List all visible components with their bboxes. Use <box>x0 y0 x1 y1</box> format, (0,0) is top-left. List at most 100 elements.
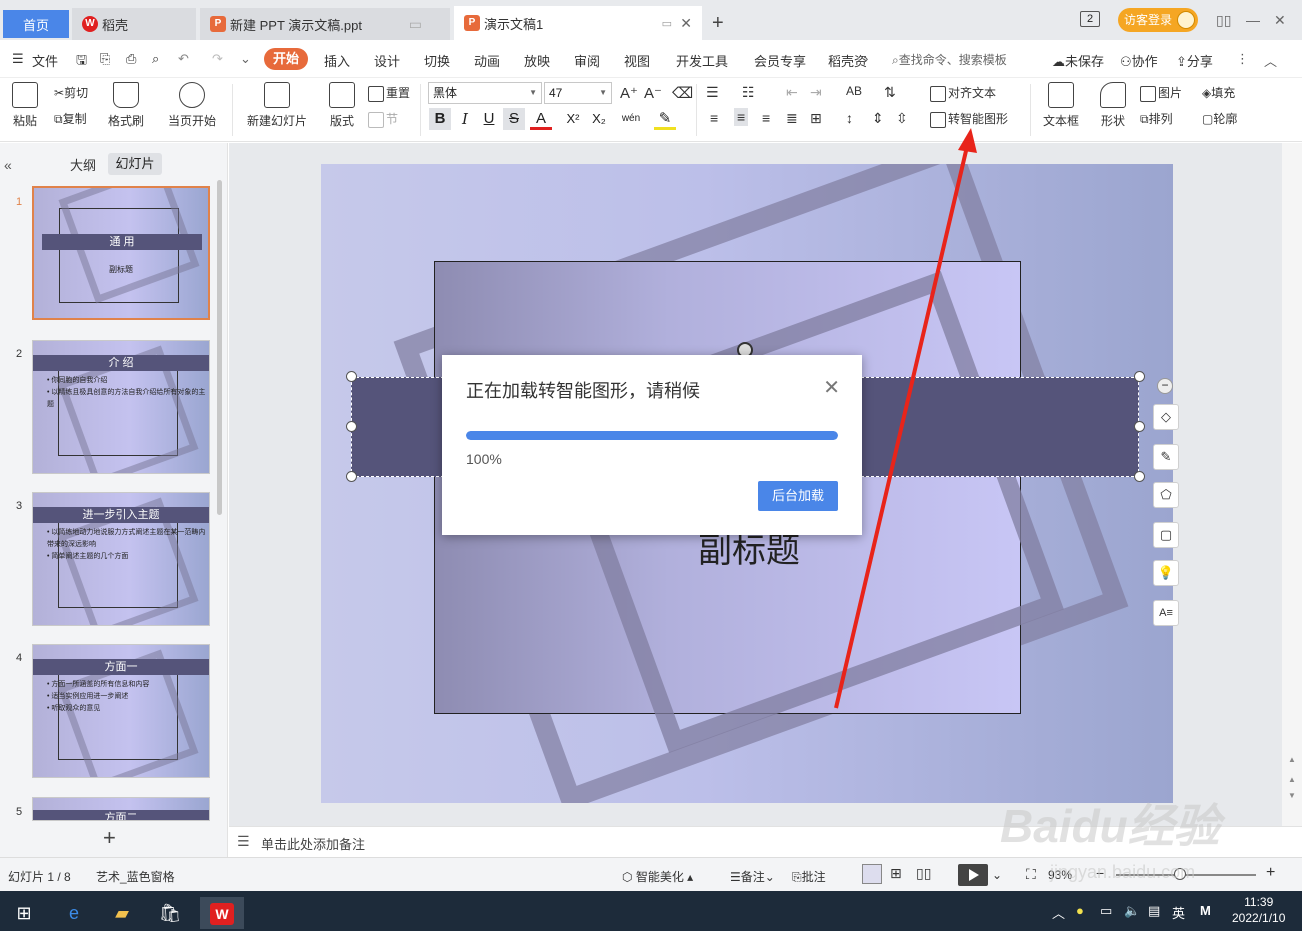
bullet-list-icon[interactable]: ☰ <box>706 84 719 101</box>
tiles-icon[interactable]: ▯▯ <box>1216 12 1231 29</box>
unsaved-button[interactable]: ☁未保存 <box>1052 51 1104 70</box>
numbered-list-icon[interactable]: ☷ <box>742 84 755 101</box>
background-load-button[interactable]: 后台加载 <box>758 481 838 511</box>
theme-name[interactable]: 艺术_蓝色窗格 <box>96 868 175 885</box>
subscript-button[interactable]: X₂ <box>588 108 610 130</box>
resize-handle[interactable] <box>1134 421 1145 432</box>
section-button[interactable]: 节 <box>368 110 398 128</box>
sort-icon[interactable]: ⇅ <box>884 84 896 101</box>
distribute-icon[interactable]: ⊞ <box>810 110 822 127</box>
clear-format-icon[interactable]: ⌫ <box>672 84 693 102</box>
play-options-icon[interactable]: ⌄ <box>992 868 1002 882</box>
store-icon[interactable]: 🛍 <box>150 897 190 929</box>
fill-button[interactable]: ◈填充 <box>1202 84 1235 101</box>
paste-button[interactable]: 粘贴 <box>8 82 42 129</box>
layout-button[interactable]: 版式 <box>322 82 362 129</box>
add-slide-icon[interactable]: + <box>103 825 116 851</box>
tab-home[interactable]: 首页 <box>3 10 69 38</box>
canvas-scrollbar[interactable]: ▲ ▲ ▼ <box>1282 143 1302 826</box>
menu-view[interactable]: 视图 <box>624 51 650 70</box>
outline-button[interactable]: ▢轮廓 <box>1202 110 1237 127</box>
menu-animation[interactable]: 动画 <box>474 51 500 70</box>
frame-icon[interactable]: ▢ <box>1153 522 1179 548</box>
slide-thumbnail-1[interactable]: 通 用 副标题 <box>32 186 210 320</box>
collapse-tools-icon[interactable]: − <box>1157 378 1173 394</box>
monitor-icon[interactable]: ▭ <box>662 17 672 30</box>
slide-thumbnail-5[interactable]: 方面二 <box>32 797 210 821</box>
tab-daoke[interactable]: W 稻壳 <box>72 8 196 40</box>
decrease-font-icon[interactable]: A⁻ <box>644 84 662 102</box>
share-button[interactable]: ⇪分享 <box>1176 51 1213 70</box>
spacing-options-icon[interactable]: ⇳ <box>896 110 908 127</box>
undo-icon[interactable]: ↶ <box>178 51 189 67</box>
file-explorer-icon[interactable]: ▰ <box>102 897 142 929</box>
fit-window-icon[interactable]: ⛶ <box>1026 866 1036 883</box>
line-spacing-icon[interactable]: ↕ <box>846 110 853 126</box>
menu-member[interactable]: 会员专享 <box>754 51 806 70</box>
menu-transition[interactable]: 切换 <box>424 51 450 70</box>
pen-icon[interactable]: ✎ <box>1153 444 1179 470</box>
window-count-badge[interactable]: 2 <box>1080 11 1100 27</box>
font-color-button[interactable]: A <box>530 108 552 130</box>
increase-indent-icon[interactable]: ⇥ <box>810 84 822 101</box>
italic-button[interactable]: I <box>454 108 476 130</box>
chevron-right-icon[interactable]: › <box>864 51 868 66</box>
redo-icon[interactable]: ↷ <box>212 51 223 67</box>
menu-developer[interactable]: 开发工具 <box>676 51 728 70</box>
text-direction-icon[interactable]: AB <box>846 84 862 98</box>
layers-icon[interactable]: ◇ <box>1153 404 1179 430</box>
resize-handle[interactable] <box>346 371 357 382</box>
font-family-select[interactable]: 黑体 ▼ <box>428 82 542 104</box>
menu-start[interactable]: 开始 <box>264 48 308 70</box>
minimize-icon[interactable]: — <box>1246 12 1260 28</box>
resize-handle[interactable] <box>1134 371 1145 382</box>
new-slide-button[interactable]: 新建幻灯片 <box>242 82 312 129</box>
zoom-in-icon[interactable]: + <box>1266 864 1275 882</box>
tab-ppt-file[interactable]: P 新建 PPT 演示文稿.ppt ▭ <box>200 8 450 40</box>
comment-button[interactable]: ⎘批注 <box>792 868 826 885</box>
smart-beautify-button[interactable]: ⬡ 智能美化 ▴ <box>622 868 693 885</box>
login-button[interactable]: 访客登录 <box>1118 8 1198 32</box>
save-icon[interactable]: 🖫 <box>76 51 87 73</box>
format-painter-button[interactable]: 格式刷 <box>106 82 146 129</box>
fill-bucket-icon[interactable]: ⬠ <box>1153 482 1179 508</box>
align-right-icon[interactable]: ≡ <box>762 110 770 126</box>
slide-thumbnail-4[interactable]: 方面一 • 方面一所涵盖的所有信息和内容 • 适当实例应用进一步阐述 • 听取观众的… <box>32 644 210 778</box>
input-language[interactable]: 英 <box>1172 903 1185 922</box>
phonetic-guide-button[interactable]: wén <box>620 108 642 130</box>
normal-view-icon[interactable] <box>862 864 882 884</box>
more-icon[interactable]: ⌄ <box>240 51 251 67</box>
increase-font-icon[interactable]: A⁺ <box>620 84 638 102</box>
new-tab-icon[interactable]: + <box>712 12 724 35</box>
scroll-prev-icon[interactable]: ▲ <box>1288 775 1296 784</box>
print-icon[interactable]: ⎙ <box>126 51 136 67</box>
play-slideshow-button[interactable] <box>958 864 988 886</box>
picture-button[interactable]: 图片 <box>1140 84 1182 102</box>
menu-slideshow[interactable]: 放映 <box>524 51 550 70</box>
menu-design[interactable]: 设计 <box>374 51 400 70</box>
reading-view-icon[interactable]: ▯▯ <box>916 865 931 882</box>
highlight-icon[interactable]: ✎ <box>654 108 676 130</box>
collaborate-button[interactable]: ⚇协作 <box>1120 51 1158 70</box>
scroll-up-icon[interactable]: ▲ <box>1288 755 1296 764</box>
underline-button[interactable]: U <box>478 108 500 130</box>
preview-icon[interactable]: ⌕ <box>152 51 159 67</box>
menu-daoke[interactable]: 稻壳资 <box>828 51 867 70</box>
collapse-ribbon-icon[interactable]: ︿ <box>1264 51 1277 70</box>
font-size-select[interactable]: 47 ▼ <box>544 82 612 104</box>
paragraph-spacing-icon[interactable]: ⇕ <box>872 110 884 127</box>
windows-start-icon[interactable]: ⊞ <box>4 897 44 929</box>
more-options-icon[interactable]: ⋮ <box>1236 51 1249 67</box>
resize-handle[interactable] <box>346 471 357 482</box>
copy-button[interactable]: ⧉复制 <box>54 110 87 127</box>
volume-icon[interactable]: 🔈 <box>1124 903 1140 919</box>
strikethrough-button[interactable]: S <box>503 108 525 130</box>
bold-button[interactable]: B <box>429 108 451 130</box>
align-left-icon[interactable]: ≡ <box>710 110 718 126</box>
collapse-panel-icon[interactable]: « <box>4 157 12 173</box>
tab-outline[interactable]: 大纲 <box>70 155 96 174</box>
tray-expand-icon[interactable]: ︿ <box>1052 903 1065 922</box>
justify-icon[interactable]: ≣ <box>786 110 798 127</box>
tab-slides[interactable]: 幻灯片 <box>108 153 162 175</box>
align-text-button[interactable]: 对齐文本 <box>930 84 996 102</box>
